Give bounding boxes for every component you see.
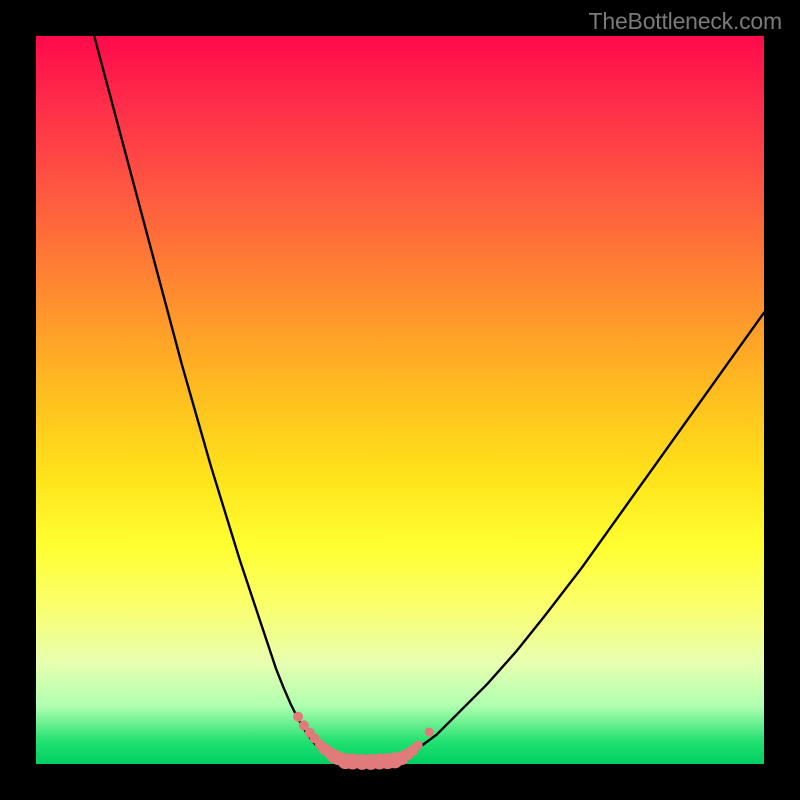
bottleneck-curve (94, 36, 764, 762)
chart-svg (36, 36, 764, 764)
right-markers-dot (414, 741, 423, 750)
line-layer (94, 36, 764, 762)
chart-frame: TheBottleneck.com (0, 0, 800, 800)
left-markers-dot (293, 712, 303, 722)
right-solo-dot-dot (425, 727, 434, 736)
watermark-label: TheBottleneck.com (589, 8, 782, 35)
marker-layer (293, 712, 434, 770)
